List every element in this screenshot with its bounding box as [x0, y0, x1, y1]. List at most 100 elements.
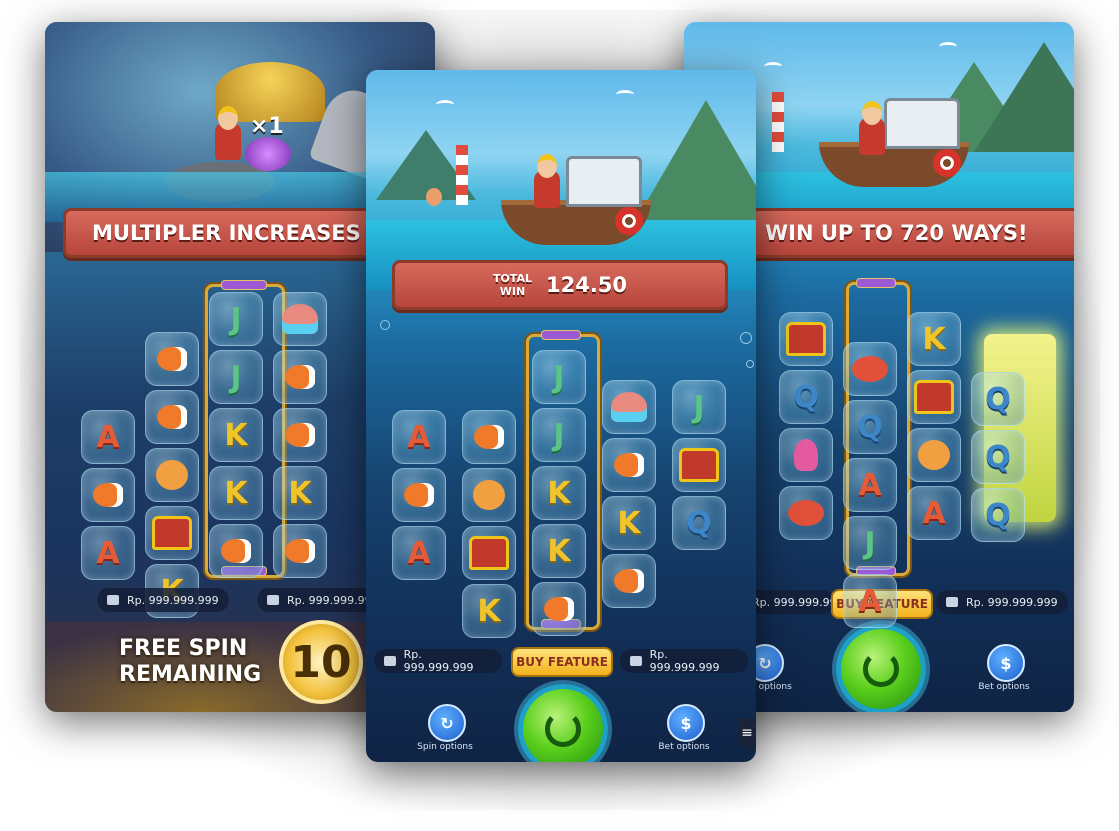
- total-win-label: TOTAL WIN: [493, 272, 532, 298]
- squid-symbol-icon: [779, 428, 833, 482]
- screen-total-win: TOTAL WIN 124.50 Rp. 999.999.999 BUY FEA…: [366, 70, 756, 762]
- symbol-a: A: [81, 410, 135, 464]
- symbol-q: Q: [971, 372, 1025, 426]
- symbol-j: J: [532, 408, 586, 462]
- bet-icon: [267, 595, 279, 605]
- symbol-k: K: [532, 524, 586, 578]
- life-ring-icon: [615, 207, 643, 235]
- symbol-k: K: [532, 466, 586, 520]
- symbol-k: K: [209, 466, 263, 520]
- symbol-j: J: [843, 516, 897, 570]
- symbol-k: K: [907, 312, 961, 366]
- fish-symbol-icon: [209, 524, 263, 578]
- bet-options-button[interactable]: $: [987, 644, 1025, 682]
- fish-symbol-icon: [273, 350, 327, 404]
- symbol-k: K: [209, 408, 263, 462]
- reel-cap: [856, 278, 896, 288]
- puffer-symbol-icon: [907, 428, 961, 482]
- balance-display: Rp. 999.999.999: [374, 648, 502, 674]
- symbol-a: A: [392, 410, 446, 464]
- lighthouse: [456, 145, 468, 205]
- balance-value: Rp. 999.999.999: [403, 648, 474, 674]
- shell-symbol-icon: [602, 380, 656, 434]
- buy-feature-button[interactable]: BUY FEATURE: [511, 647, 613, 677]
- shell-symbol-icon: [273, 292, 327, 346]
- fishing-boat: [501, 156, 651, 245]
- boat-cabin: [884, 98, 960, 149]
- symbol-j: J: [209, 292, 263, 346]
- free-spin-label: FREE SPIN REMAINING: [119, 636, 261, 688]
- life-ring-icon: [933, 149, 961, 177]
- symbol-k: K: [602, 496, 656, 550]
- bet-icon: [946, 597, 958, 607]
- boat-cabin: [566, 156, 642, 207]
- symbol-q: Q: [779, 370, 833, 424]
- fisherman-character: [215, 106, 241, 160]
- symbol-q: Q: [971, 488, 1025, 542]
- symbol-q: Q: [971, 430, 1025, 484]
- island-mountain: [974, 42, 1074, 152]
- fish-symbol-icon: [462, 410, 516, 464]
- fish-symbol-icon: [532, 582, 586, 636]
- fish-symbol-icon: [602, 554, 656, 608]
- seagull-icon: [764, 62, 782, 71]
- bet-options-label: Bet options: [978, 682, 1030, 692]
- symbol-j: J: [532, 350, 586, 404]
- fish-symbol-icon: [81, 468, 135, 522]
- symbol-k: K: [462, 584, 516, 638]
- bubble: [740, 332, 752, 344]
- chest-symbol-icon: [145, 506, 199, 560]
- bet-display: Rp. 999.999.999: [620, 648, 748, 674]
- bubble: [746, 360, 754, 368]
- menu-button[interactable]: ≡: [738, 718, 756, 748]
- symbol-j: J: [209, 350, 263, 404]
- reel-cap: [221, 280, 267, 290]
- symbol-q: Q: [672, 496, 726, 550]
- fish-symbol-icon: [145, 390, 199, 444]
- puffer-symbol-icon: [462, 468, 516, 522]
- symbol-k: K: [273, 466, 327, 520]
- lighthouse: [772, 92, 784, 152]
- chest-symbol-icon: [462, 526, 516, 580]
- bet-options-button[interactable]: $: [667, 704, 705, 742]
- bet-value: Rp. 999.999.999: [287, 593, 379, 607]
- fishing-boat: [819, 98, 969, 187]
- spin-options-button[interactable]: ↻: [428, 704, 466, 742]
- spin-options-label: Spin options: [417, 742, 473, 752]
- wallet-icon: [107, 595, 119, 605]
- chest-symbol-icon: [672, 438, 726, 492]
- free-spin-line-2: REMAINING: [119, 662, 262, 687]
- island-mountain: [636, 100, 756, 220]
- reel-cap: [541, 330, 581, 340]
- seagull-icon: [939, 42, 957, 51]
- bet-display: Rp. 999.999.999: [936, 590, 1068, 614]
- symbol-a: A: [843, 574, 897, 628]
- seagull-icon: [616, 90, 634, 99]
- fish-symbol-icon: [145, 332, 199, 386]
- symbol-a: A: [907, 486, 961, 540]
- free-spin-count: 10: [279, 620, 363, 704]
- spin-button[interactable]: [518, 684, 608, 762]
- chest-symbol-icon: [779, 312, 833, 366]
- bet-icon: [630, 656, 642, 666]
- fish-symbol-icon: [392, 468, 446, 522]
- crab-symbol-icon: [779, 486, 833, 540]
- bubble: [380, 320, 390, 330]
- balance-value: Rp. 999.999.999: [752, 595, 844, 609]
- fisherman-character: [859, 101, 885, 155]
- spin-button[interactable]: [836, 624, 926, 712]
- fisherman-character: [534, 154, 560, 208]
- seagull-icon: [436, 100, 454, 109]
- puffer-symbol-icon: [145, 448, 199, 502]
- chest-symbol-icon: [907, 370, 961, 424]
- crab-symbol-icon: [843, 342, 897, 396]
- magic-fish-icon: [245, 137, 291, 171]
- symbol-q: Q: [843, 400, 897, 454]
- total-win-label-line-1: TOTAL: [492, 272, 532, 285]
- balance-value: Rp. 999.999.999: [127, 593, 219, 607]
- free-spin-line-1: FREE SPIN: [119, 636, 248, 661]
- bet-value: Rp. 999.999.999: [649, 648, 720, 674]
- wallet-icon: [384, 656, 396, 666]
- total-win-banner: TOTAL WIN 124.50: [392, 260, 728, 310]
- total-win-value: 124.50: [545, 273, 628, 297]
